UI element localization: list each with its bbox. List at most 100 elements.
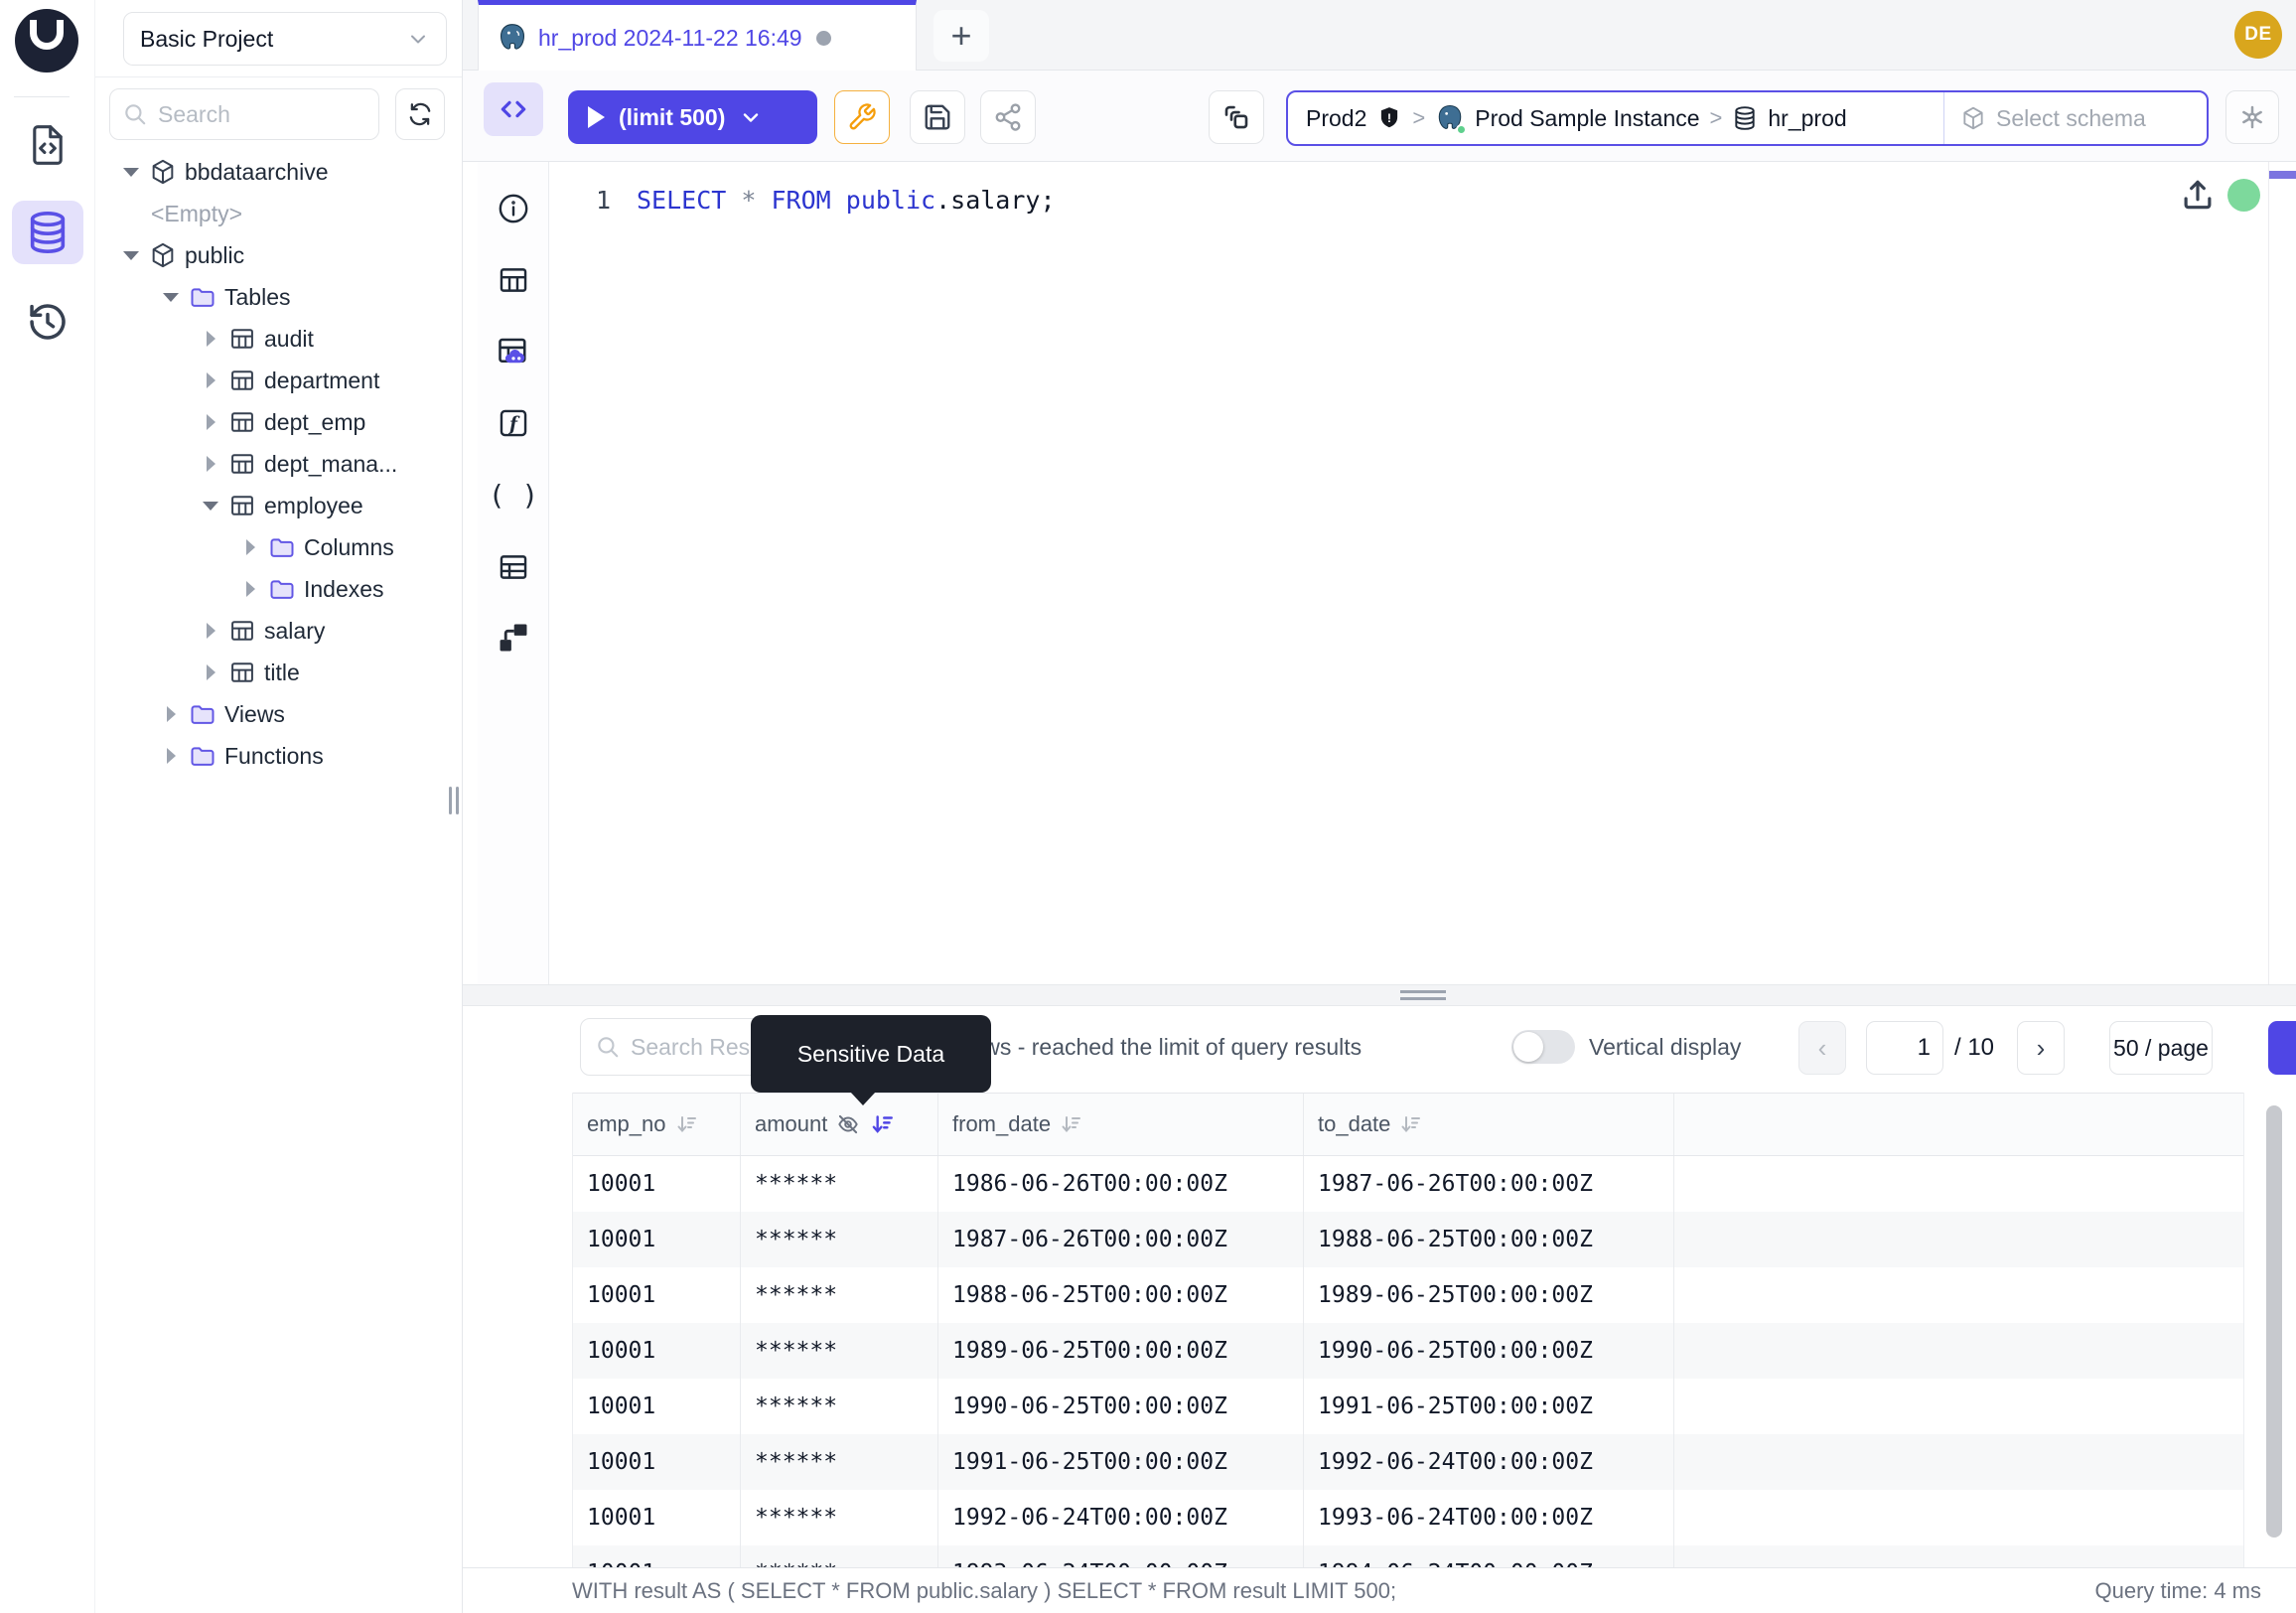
caret-right-icon[interactable] (201, 454, 220, 474)
caret-right-icon[interactable] (161, 704, 181, 724)
upload-sql-button[interactable] (2179, 174, 2217, 216)
connection-path[interactable]: Prod2 ! > Prod Sample Instance > (1288, 103, 1943, 133)
function-icon: f (497, 406, 530, 440)
caret-right-icon[interactable] (201, 662, 220, 682)
schema-tree: bbdataarchive <Empty> public Tables (95, 151, 462, 777)
table-row[interactable]: 10001******1993-06-24T00:00:00Z1994-06-2… (573, 1545, 2243, 1567)
tree-item-views[interactable]: Views (95, 693, 462, 735)
sidebar-search-input[interactable]: Search (109, 88, 379, 140)
caret-right-icon[interactable] (201, 370, 220, 390)
database-nav-button[interactable] (12, 201, 83, 264)
tree-item-dept-emp[interactable]: dept_emp (95, 401, 462, 443)
sidebar-search-placeholder: Search (158, 101, 230, 128)
info-panel-button[interactable] (484, 182, 543, 235)
table-row[interactable]: 10001******1987-06-26T00:00:00Z1988-06-2… (573, 1212, 2243, 1267)
share-icon (993, 102, 1023, 132)
tables-panel-button[interactable] (484, 253, 543, 307)
caret-right-icon[interactable] (201, 621, 220, 641)
schema-diagram-button[interactable] (484, 611, 543, 664)
share-sheet-button[interactable] (980, 90, 1036, 144)
caret-right-icon[interactable] (240, 579, 260, 599)
refresh-schema-button[interactable] (395, 88, 445, 140)
external-tables-panel-button[interactable] (484, 540, 543, 594)
procedures-panel-button[interactable]: ( ) (484, 468, 543, 521)
run-query-button[interactable]: (limit 500) (568, 90, 817, 144)
project-selector[interactable]: Basic Project (123, 12, 447, 66)
save-sheet-button[interactable] (910, 90, 965, 144)
editor-toolbar: (limit 500) Prod2 (463, 71, 2296, 162)
page-number-input[interactable]: 1 (1866, 1021, 1943, 1075)
next-page-button[interactable]: › (2017, 1021, 2065, 1075)
sort-icon[interactable] (1398, 1112, 1422, 1136)
tree-item-columns[interactable]: Columns (95, 526, 462, 568)
caret-right-icon[interactable] (161, 746, 181, 766)
table-icon (497, 263, 530, 297)
ai-assistant-button[interactable] (2225, 90, 2279, 144)
tree-item-audit[interactable]: audit (95, 318, 462, 360)
caret-right-icon[interactable] (201, 329, 220, 349)
tree-item-employee[interactable]: employee (95, 485, 462, 526)
sql-editor[interactable]: 1 SELECT * FROM public.salary; (549, 162, 2296, 984)
caret-down-icon[interactable] (121, 245, 141, 265)
new-tab-button[interactable]: + (933, 10, 989, 62)
sort-icon[interactable] (674, 1112, 698, 1136)
user-avatar[interactable]: DE (2234, 11, 2282, 59)
column-header-from-date[interactable]: from_date (938, 1094, 1304, 1155)
folder-icon (268, 533, 296, 561)
history-nav-button[interactable] (12, 290, 83, 354)
database-label: hr_prod (1768, 105, 1846, 132)
chevron-down-icon (739, 105, 763, 129)
vertical-display-toggle[interactable] (1511, 1030, 1575, 1064)
table-row[interactable]: 10001******1990-06-25T00:00:00Z1991-06-2… (573, 1379, 2243, 1434)
table-row[interactable]: 10001******1991-06-25T00:00:00Z1992-06-2… (573, 1434, 2243, 1490)
tree-item-salary[interactable]: salary (95, 610, 462, 652)
rail-divider (14, 96, 70, 97)
table-row[interactable]: 10001******1986-06-26T00:00:00Z1987-06-2… (573, 1156, 2243, 1212)
caret-down-icon[interactable] (121, 162, 141, 182)
caret-right-icon[interactable] (201, 412, 220, 432)
caret-right-icon[interactable] (240, 537, 260, 557)
column-header-amount[interactable]: amount (741, 1094, 938, 1155)
table-row[interactable]: 10001******1988-06-25T00:00:00Z1989-06-2… (573, 1267, 2243, 1323)
sort-icon[interactable] (1059, 1112, 1082, 1136)
tree-item-dept-manager[interactable]: dept_mana... (95, 443, 462, 485)
code-line-1[interactable]: 1 SELECT * FROM public.salary; (549, 178, 1056, 221)
panel-resize-divider[interactable] (463, 984, 2296, 1006)
tab-hr-prod[interactable]: hr_prod 2024-11-22 16:49 (478, 0, 917, 71)
caret-down-icon[interactable] (161, 287, 181, 307)
ai-swirl-icon (2237, 102, 2267, 132)
sidebar-resize-handle[interactable] (449, 787, 459, 814)
sort-desc-icon-active[interactable] (869, 1111, 895, 1137)
table-scrollbar[interactable] (2266, 1105, 2282, 1538)
eye-off-icon[interactable] (835, 1111, 861, 1137)
tree-item-public[interactable]: public (95, 234, 462, 276)
tree-item-bbdataarchive[interactable]: bbdataarchive (95, 151, 462, 193)
column-header-to-date[interactable]: to_date (1304, 1094, 1674, 1155)
table-icon (228, 408, 256, 436)
tree-item-department[interactable]: department (95, 360, 462, 401)
format-sql-button[interactable] (834, 90, 890, 144)
sql-editor-tab-button[interactable] (484, 82, 543, 136)
column-header-emp-no[interactable]: emp_no (573, 1094, 741, 1155)
instance-icon-wrap (1435, 103, 1465, 133)
export-button[interactable] (2268, 1021, 2296, 1075)
caret-down-icon[interactable] (201, 496, 220, 515)
page-size-select[interactable]: 50 / page (2109, 1021, 2213, 1075)
tree-item-indexes[interactable]: Indexes (95, 568, 462, 610)
tree-item-tables[interactable]: Tables (95, 276, 462, 318)
tree-item-title[interactable]: title (95, 652, 462, 693)
sensitive-data-panel-button[interactable] (484, 325, 543, 378)
prev-page-button[interactable]: ‹ (1798, 1021, 1846, 1075)
bytebase-logo[interactable] (15, 9, 78, 73)
folder-icon (189, 283, 216, 311)
total-pages-label: / 10 (1954, 1021, 1994, 1075)
table-row[interactable]: 10001******1989-06-25T00:00:00Z1990-06-2… (573, 1323, 2243, 1379)
select-schema-button[interactable]: Select schema (1943, 92, 2207, 144)
functions-panel-button[interactable]: f (484, 396, 543, 450)
connection-breadcrumb[interactable]: Prod2 ! > Prod Sample Instance > (1286, 90, 2209, 146)
table-row[interactable]: 10001******1992-06-24T00:00:00Z1993-06-2… (573, 1490, 2243, 1545)
copy-connection-button[interactable] (1209, 90, 1264, 144)
worksheet-nav-button[interactable] (12, 113, 83, 177)
svg-text:!: ! (1387, 111, 1391, 125)
tree-item-functions[interactable]: Functions (95, 735, 462, 777)
